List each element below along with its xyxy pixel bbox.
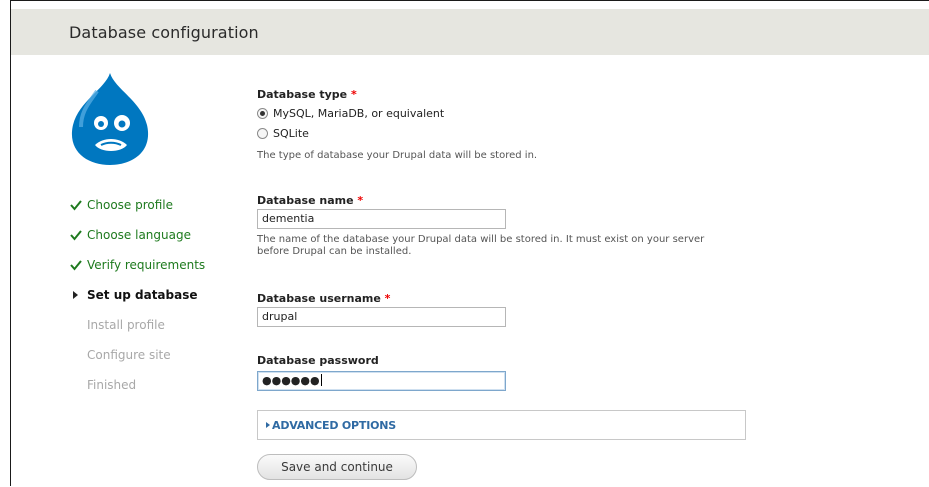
db-username-label: Database username * (257, 292, 390, 305)
advanced-options-fieldset[interactable]: ADVANCED OPTIONS (257, 410, 746, 440)
db-username-label-text: Database username (257, 292, 381, 305)
step-configure-site: Configure site (69, 347, 239, 377)
password-mask: ●●●●●● (262, 374, 320, 387)
required-mark: * (384, 292, 391, 305)
step-install-profile: Install profile (69, 317, 239, 347)
required-mark: * (350, 88, 357, 101)
db-name-label: Database name * (257, 194, 363, 207)
db-password-label: Database password (257, 354, 379, 367)
radio-button[interactable] (257, 108, 268, 119)
db-password-input[interactable]: ●●●●●● (257, 371, 506, 391)
radio-button[interactable] (257, 128, 268, 139)
step-label: Choose language (87, 228, 191, 242)
install-steps: Choose profile Choose language Verify re… (69, 197, 239, 407)
database-form: Database type * MySQL, MariaDB, or equiv… (247, 1, 929, 487)
check-icon (70, 260, 82, 271)
db-username-input[interactable]: drupal (257, 307, 506, 327)
db-name-description-line-1: The name of the database your Drupal dat… (257, 234, 705, 245)
installer-window: Database configuration Choose profile Ch… (10, 0, 929, 486)
check-icon (70, 200, 82, 211)
required-mark: * (357, 194, 364, 207)
db-type-description: The type of database your Drupal data wi… (257, 150, 538, 161)
db-type-label-text: Database type (257, 88, 348, 101)
text-caret (320, 374, 322, 386)
step-label: Finished (87, 378, 137, 392)
step-choose-profile: Choose profile (69, 197, 239, 227)
radio-label[interactable]: MySQL, MariaDB, or equivalent (273, 107, 444, 121)
db-name-label-text: Database name (257, 194, 354, 207)
page-title: Database configuration (69, 23, 259, 42)
step-verify-requirements: Verify requirements (69, 257, 239, 287)
db-name-description-line-2: before Drupal can be installed. (257, 246, 412, 257)
advanced-options-toggle[interactable]: ADVANCED OPTIONS (272, 419, 396, 432)
save-and-continue-button[interactable]: Save and continue (257, 454, 417, 480)
step-label: Install profile (87, 318, 165, 332)
db-name-input[interactable]: dementia (257, 209, 506, 229)
radio-label[interactable]: SQLite (273, 127, 309, 141)
check-icon (70, 230, 82, 241)
step-set-up-database: Set up database (69, 287, 239, 317)
step-finished: Finished (69, 377, 239, 407)
step-label: Verify requirements (87, 258, 206, 272)
triangle-right-icon (73, 291, 78, 299)
step-label: Set up database (87, 288, 198, 302)
drupal-logo (71, 73, 149, 165)
step-label: Choose profile (87, 198, 174, 212)
db-type-label: Database type * (257, 88, 357, 101)
step-label: Configure site (87, 348, 171, 362)
triangle-right-icon (266, 422, 270, 428)
step-choose-language: Choose language (69, 227, 239, 257)
